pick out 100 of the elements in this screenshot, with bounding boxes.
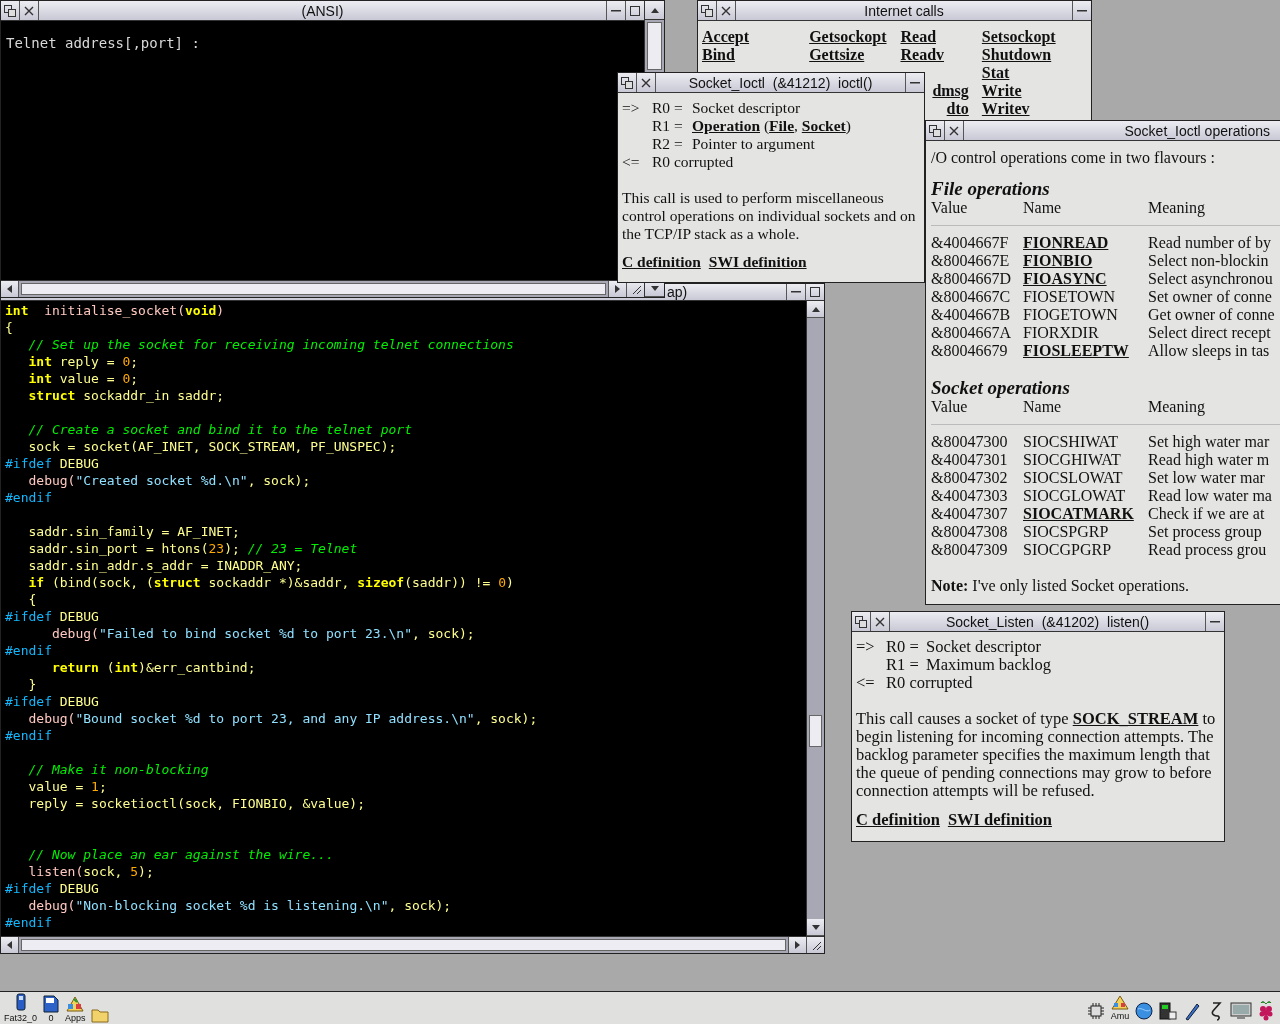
register-direction: => xyxy=(622,99,640,116)
link[interactable]: dto xyxy=(946,100,969,118)
column-header: Meaning xyxy=(1148,398,1206,416)
chip-icon[interactable] xyxy=(1086,1001,1106,1021)
table-cell-text: &80047309 xyxy=(931,541,1009,559)
code-line: int value = 0; xyxy=(27,370,140,387)
card-icon[interactable] xyxy=(43,995,60,1013)
scroll-left-button[interactable] xyxy=(1,281,19,297)
code-line: #ifdef DEBUG xyxy=(4,693,100,710)
link[interactable]: C definition xyxy=(856,810,940,830)
register-name: R2 = xyxy=(652,135,684,153)
table-cell-text: Read high water m xyxy=(1148,451,1271,469)
monitor-icon[interactable] xyxy=(1230,1001,1252,1021)
link[interactable]: Setsockopt xyxy=(981,28,1056,46)
scroll-down-button[interactable] xyxy=(807,919,824,936)
intro-text: /O control operations come in two flavours : xyxy=(931,149,1216,167)
register-name: R1 = xyxy=(652,117,684,135)
note-text: Note: I've only listed Socket operations. xyxy=(931,577,1190,595)
table-cell-text: &8004667C xyxy=(931,288,1012,306)
link[interactable]: SWI definition xyxy=(947,810,1052,830)
link[interactable]: Gettsize xyxy=(809,46,865,64)
squiggle-icon[interactable] xyxy=(1210,1001,1222,1021)
code-line: return (int)&err_cantbind; xyxy=(50,659,257,676)
window-title: Internet calls xyxy=(864,2,944,19)
code-line: saddr.sin_family = AF_INET; xyxy=(27,523,241,540)
code-line: #endif xyxy=(4,642,53,659)
code-line: // Make it non-blocking xyxy=(27,761,210,778)
back-button[interactable] xyxy=(1,1,20,20)
register-description: R0 corrupted xyxy=(886,674,973,692)
link[interactable]: Stat xyxy=(981,64,1010,82)
table-cell-text: &80047300 xyxy=(931,433,1009,451)
column-header: Value xyxy=(931,398,969,416)
down-arrow-icon xyxy=(811,924,820,930)
link[interactable]: SOCK_STREAM xyxy=(1072,709,1199,728)
link[interactable]: Accept xyxy=(702,28,750,46)
back-button[interactable] xyxy=(698,1,717,20)
link[interactable]: Readv xyxy=(900,46,945,64)
code-line: int reply = 0; xyxy=(27,353,140,370)
window-title: Socket_Ioctl (&41212) ioctl() xyxy=(688,74,873,91)
window-title: Socket_Ioctl operations xyxy=(1124,122,1270,139)
scroll-up-button[interactable] xyxy=(645,1,664,20)
table-cell-text: &40047307 xyxy=(931,505,1009,523)
register-description: R0 corrupted xyxy=(652,153,734,171)
minimize-icon xyxy=(611,9,621,12)
code-line: saddr.sin_port = htons(23); // 23 = Telnet xyxy=(27,540,359,557)
link[interactable]: Bind xyxy=(702,46,735,64)
link[interactable]: Getsockopt xyxy=(809,28,887,46)
link[interactable]: FIONBIO xyxy=(1023,252,1093,269)
scroll-left-button[interactable] xyxy=(1,937,19,953)
table-cell-text: Read process grou xyxy=(1148,541,1268,559)
link[interactable]: Write xyxy=(981,82,1022,100)
code-line: debug("Non-blocking socket %d is listening.\n", sock); xyxy=(27,897,453,914)
back-button[interactable] xyxy=(618,73,637,92)
link[interactable]: SWI definition xyxy=(708,253,807,271)
link[interactable]: Read xyxy=(900,28,937,46)
scroll-right-button[interactable] xyxy=(608,281,626,297)
display-icon[interactable] xyxy=(1158,1001,1178,1021)
link[interactable]: SIOCATMARK xyxy=(1023,505,1134,522)
globe-icon[interactable] xyxy=(1134,1001,1154,1021)
palette-icon[interactable] xyxy=(65,995,86,1013)
link[interactable]: Operation xyxy=(692,117,761,134)
link[interactable]: dmsg xyxy=(932,82,969,100)
up-arrow-icon xyxy=(811,306,820,312)
link[interactable]: FIONREAD xyxy=(1023,234,1109,251)
register-direction: <= xyxy=(856,673,875,692)
table-cell: SIOCSHIWAT xyxy=(1023,433,1119,450)
table-cell-text: Allow sleeps in tas xyxy=(1148,342,1271,360)
drive-icon[interactable] xyxy=(14,993,27,1013)
link[interactable]: Shutdown xyxy=(981,46,1052,64)
link[interactable]: Writev xyxy=(981,100,1030,118)
link[interactable]: FIOASYNC xyxy=(1023,270,1107,287)
table-cell-text: &8004667D xyxy=(931,270,1012,288)
section-heading: File operations xyxy=(931,179,1051,199)
scrollbar-thumb[interactable] xyxy=(809,714,822,747)
resize-icon xyxy=(810,940,821,950)
up-arrow-icon xyxy=(650,7,659,13)
resize-handle[interactable] xyxy=(806,937,824,953)
table-cell: SIOCGPGRP xyxy=(1023,541,1112,558)
back-icon xyxy=(929,124,941,137)
palette-icon[interactable] xyxy=(1110,995,1130,1011)
code-line: #ifdef DEBUG xyxy=(4,608,100,625)
code-line: sock = socket(AF_INET, SOCK_STREAM, PF_UNSPEC); xyxy=(27,438,398,455)
link[interactable]: FIOSLEEPTW xyxy=(1023,342,1129,359)
left-arrow-icon xyxy=(7,941,12,949)
table-cell: FIOGETOWN xyxy=(1023,306,1118,323)
table-cell-text: Get owner of conne xyxy=(1148,306,1276,324)
close-icon xyxy=(24,5,34,16)
column-header: Value xyxy=(931,199,969,217)
table-cell-text: &80046679 xyxy=(931,342,1009,360)
scroll-up-button[interactable] xyxy=(807,301,824,318)
link[interactable]: Socket xyxy=(801,117,846,134)
scroll-right-button[interactable] xyxy=(788,937,806,953)
table-cell-text: Set owner of conne xyxy=(1148,288,1273,306)
pen-icon[interactable] xyxy=(1183,1001,1201,1021)
window-title: (ANSI) xyxy=(301,2,344,19)
back-button[interactable] xyxy=(926,121,945,140)
column-header: Name xyxy=(1023,199,1063,217)
back-button[interactable] xyxy=(852,612,871,631)
code-line: int initialise_socket(void) xyxy=(4,302,226,319)
register-name: R0 = xyxy=(652,99,684,117)
